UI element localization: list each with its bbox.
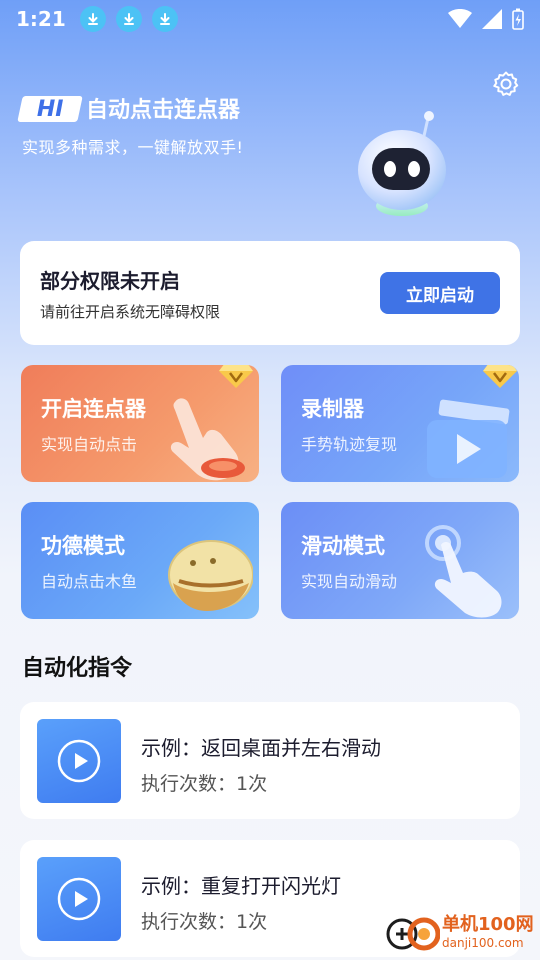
vip-diamond-icon — [483, 365, 517, 388]
watermark-line2: danji100.com — [442, 936, 524, 950]
feature-title: 开启连点器 — [41, 397, 146, 421]
app-title: 自动点击连点器 — [86, 98, 241, 123]
battery-charging-icon — [512, 8, 524, 30]
hi-badge: HI — [17, 96, 83, 122]
download-icon — [79, 6, 106, 32]
command-title: 示例：返回桌面并左右滑动 — [141, 736, 381, 760]
wifi-icon — [448, 9, 472, 28]
tap-hand-icon — [170, 398, 245, 481]
settings-gear-icon[interactable] — [492, 70, 520, 98]
permission-title: 部分权限未开启 — [40, 269, 180, 293]
vip-diamond-icon — [219, 365, 253, 388]
enable-now-button[interactable]: 立即启动 — [380, 272, 500, 314]
feature-card-clicker[interactable]: 开启连点器 实现自动点击 — [21, 365, 259, 482]
command-title: 示例：重复打开闪光灯 — [141, 874, 341, 898]
download-icon — [151, 6, 178, 32]
command-thumbnail[interactable] — [37, 719, 121, 803]
download-icon — [115, 6, 142, 32]
watermark-line1: 单机100网 — [442, 914, 534, 935]
app-subtitle: 实现多种需求，一键解放双手! — [22, 138, 244, 157]
feature-subtitle: 实现自动点击 — [41, 435, 138, 454]
feature-title: 滑动模式 — [301, 534, 385, 558]
permission-card: 部分权限未开启 请前往开启系统无障碍权限 立即启动 — [20, 241, 520, 345]
site-watermark: 单机100网 danji100.com — [384, 908, 534, 956]
robot-mascot-icon — [358, 111, 446, 216]
signal-icon — [482, 9, 502, 29]
swipe-hand-icon — [425, 525, 502, 618]
watermark-logo-icon — [386, 917, 440, 951]
play-circle-icon — [57, 739, 101, 783]
wooden-fish-icon — [168, 540, 253, 611]
feature-card-recorder[interactable]: 录制器 手势轨迹复现 — [281, 365, 519, 482]
feature-subtitle: 实现自动滑动 — [301, 572, 398, 591]
command-run-count: 执行次数：1次 — [141, 773, 268, 795]
feature-subtitle: 自动点击木鱼 — [41, 572, 138, 591]
permission-description: 请前往开启系统无障碍权限 — [40, 303, 221, 321]
feature-card-swipe[interactable]: 滑动模式 实现自动滑动 — [281, 502, 519, 619]
status-time: 1:21 — [16, 7, 66, 31]
command-run-count: 执行次数：1次 — [141, 911, 268, 933]
command-thumbnail[interactable] — [37, 857, 121, 941]
feature-subtitle: 手势轨迹复现 — [301, 435, 398, 454]
feature-title: 功德模式 — [41, 534, 125, 558]
play-circle-icon — [57, 877, 101, 921]
status-bar: 1:21 — [0, 0, 540, 38]
feature-title: 录制器 — [301, 397, 364, 421]
feature-card-merit[interactable]: 功德模式 自动点击木鱼 — [21, 502, 259, 619]
section-title-automation: 自动化指令 — [22, 656, 133, 681]
command-card[interactable]: 示例：返回桌面并左右滑动 执行次数：1次 — [20, 702, 520, 819]
play-clapper-icon — [427, 399, 510, 478]
